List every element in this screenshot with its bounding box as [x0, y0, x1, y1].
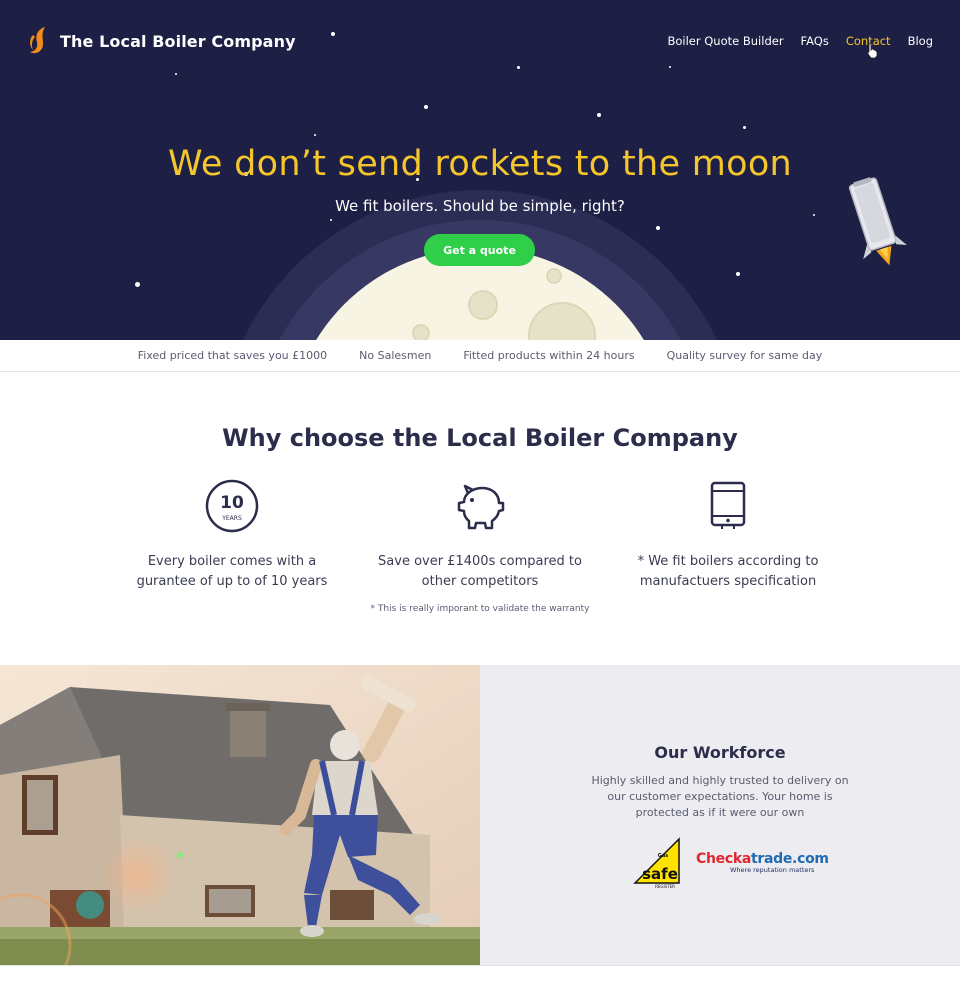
svg-text:10: 10 — [220, 493, 244, 513]
nav-quote-builder[interactable]: Boiler Quote Builder — [667, 34, 783, 48]
hero-section: The Local Boiler Company Boiler Quote Bu… — [0, 0, 960, 340]
checkatrade-logo: Checkatrade.com Where reputation matters — [696, 851, 829, 874]
checkatrade-tagline: Where reputation matters — [730, 866, 815, 874]
feature-text: * We fit boilers according to manufactue… — [637, 554, 819, 589]
piggy-bank-icon — [457, 484, 505, 530]
star — [743, 126, 746, 129]
moon-crater — [468, 290, 498, 320]
nav-faqs[interactable]: FAQs — [801, 34, 829, 48]
feature-savings: Save over £1400s compared to other compe… — [370, 478, 590, 592]
feature-text: Save over £1400s compared to other compe… — [378, 554, 582, 589]
rocket-icon — [848, 177, 907, 266]
svg-text:YEARS: YEARS — [221, 515, 242, 522]
star — [424, 105, 428, 109]
usp-bar: Fixed priced that saves you £1000 No Sal… — [0, 340, 960, 372]
gas-safe-logo: Gas safe REGISTER — [633, 837, 680, 889]
star — [314, 134, 316, 136]
workforce-title: Our Workforce — [654, 743, 786, 762]
house-illustration — [0, 665, 480, 965]
usp-item: Fitted products within 24 hours — [463, 349, 635, 362]
star — [135, 282, 140, 287]
svg-text:REGISTER: REGISTER — [655, 884, 675, 889]
star — [330, 219, 332, 221]
nav-blog[interactable]: Blog — [908, 34, 933, 48]
usp-item: Quality survey for same day — [666, 349, 823, 362]
star — [597, 113, 601, 117]
logo[interactable]: The Local Boiler Company — [26, 26, 296, 56]
site-header: The Local Boiler Company Boiler Quote Bu… — [0, 0, 960, 84]
section-divider — [0, 965, 960, 966]
jumping-worker-photo — [0, 665, 480, 965]
star — [736, 272, 740, 276]
checkatrade-blue: trade.com — [751, 851, 829, 867]
feature-specification: * We fit boilers according to manufactue… — [618, 478, 838, 592]
moon-crater — [528, 302, 596, 340]
workforce-panel: Our Workforce Highly skilled and highly … — [480, 665, 960, 965]
hand-cursor-icon — [867, 43, 878, 59]
usp-item: Fixed priced that saves you £1000 — [137, 349, 328, 362]
warranty-note: * This is really imporant to validate th… — [370, 604, 590, 614]
hero-title: We don’t send rockets to the moon — [167, 144, 793, 184]
brand-name: The Local Boiler Company — [60, 31, 296, 51]
checkatrade-red: Checka — [696, 851, 751, 867]
hero-subtitle: We fit boilers. Should be simple, right? — [335, 197, 625, 215]
flame-logo-icon — [30, 27, 45, 54]
star — [656, 226, 660, 230]
why-section-title: Why choose the Local Boiler Company — [222, 424, 738, 452]
get-quote-button[interactable]: Get a quote — [424, 234, 535, 266]
svg-text:safe: safe — [642, 865, 678, 883]
feature-guarantee: 10 YEARS Every boiler comes with a guran… — [122, 478, 342, 592]
svg-text:Gas: Gas — [658, 853, 668, 859]
moon-crater — [546, 268, 562, 284]
ten-years-badge-icon: 10 YEARS — [205, 479, 259, 533]
workforce-text: Highly skilled and highly trusted to del… — [591, 774, 849, 819]
boiler-unit-icon — [710, 481, 746, 529]
feature-text: Every boiler comes with a gurantee of up… — [136, 554, 328, 589]
moon-crater — [412, 324, 430, 340]
usp-item: No Salesmen — [359, 349, 432, 362]
main-nav: Boiler Quote Builder FAQs Contact Blog — [667, 34, 933, 48]
